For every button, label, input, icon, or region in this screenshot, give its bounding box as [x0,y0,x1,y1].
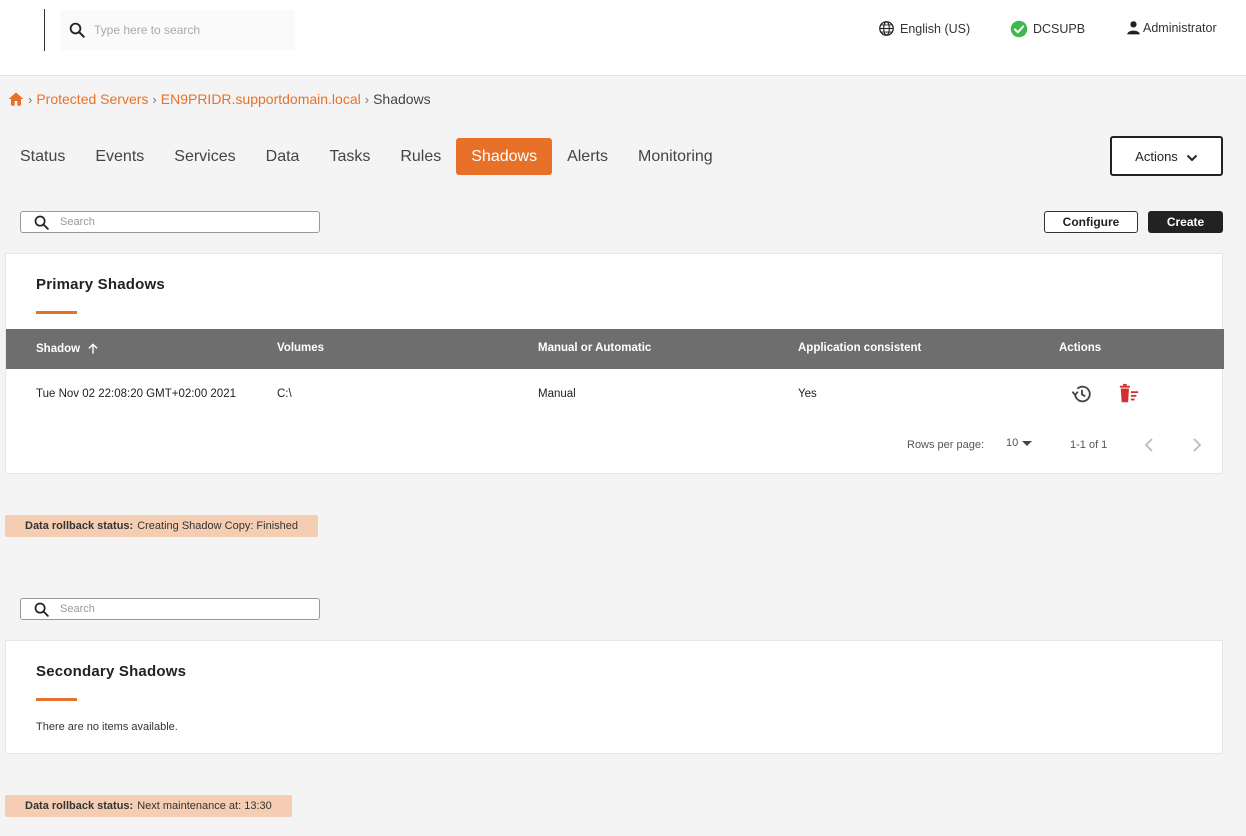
actions-label: Actions [1135,148,1178,164]
status-label: Data rollback status: [25,800,134,812]
rollback-status-badge: Data rollback status: Creating Shadow Co… [5,515,319,537]
breadcrumb-server[interactable]: EN9PRIDR.supportdomain.local [161,91,361,107]
secondary-shadows-card: Secondary Shadows There are no items ava… [5,640,1223,754]
global-search-input[interactable] [94,23,284,37]
breadcrumb-protected-servers[interactable]: Protected Servers [36,91,148,107]
actions-dropdown-button[interactable]: Actions [1110,136,1223,176]
tab-data[interactable]: Data [251,138,315,175]
tab-services[interactable]: Services [159,138,250,175]
configure-button[interactable]: Configure [1044,211,1138,233]
card-title: Primary Shadows [36,276,165,293]
language-label: English (US) [900,21,971,36]
card-title: Secondary Shadows [36,663,187,680]
create-button[interactable]: Create [1148,211,1223,233]
tab-monitoring[interactable]: Monitoring [623,138,728,175]
caret-down-icon [1022,441,1033,446]
server-label: DCSUPB [1033,22,1086,36]
tab-events[interactable]: Events [80,138,159,175]
tab-bar: Status Events Services Data Tasks Rules … [5,138,728,175]
status-text: Creating Shadow Copy: Finished [137,520,299,532]
search-icon [34,602,49,617]
title-underline [36,311,77,314]
cell-volumes: C:\ [277,388,292,400]
breadcrumb-separator: › [152,91,157,107]
breadcrumb-separator: › [364,91,370,107]
status-label: Data rollback status: [25,520,134,532]
chevron-left-icon [1144,438,1153,452]
chevron-right-icon [1193,438,1202,452]
chevron-down-icon [1186,154,1198,161]
delete-icon [1119,383,1139,403]
page-range: 1-1 of 1 [1070,439,1108,451]
previous-page-button[interactable] [1142,437,1156,458]
check-circle-icon [1010,20,1028,38]
sort-ascending-icon [88,343,98,354]
home-icon[interactable] [8,91,24,107]
table-header: Shadow Volumes Manual or Automatic Appli… [6,329,1224,369]
user-label: Administrator [1143,20,1217,35]
cell-shadow: Tue Nov 02 22:08:20 GMT+02:00 2021 [36,388,236,400]
column-shadow[interactable]: Shadow [36,342,100,356]
rollback-status-badge: Data rollback status: Next maintenance a… [5,795,292,817]
cell-mode: Manual [538,388,576,400]
secondary-search-input[interactable] [60,603,300,615]
global-search[interactable] [60,10,295,50]
server-status[interactable]: DCSUPB [1010,20,1085,38]
status-text: Next maintenance at: 13:30 [137,800,272,812]
breadcrumb: › Protected Servers › EN9PRIDR.supportdo… [8,91,431,107]
restore-history-icon [1071,385,1091,403]
rows-per-page-select[interactable]: 10 [1006,437,1033,449]
secondary-search[interactable] [20,598,320,620]
rows-per-page-value: 10 [1006,437,1019,449]
column-volumes[interactable]: Volumes [277,342,324,354]
primary-search[interactable] [20,211,320,233]
cell-consistent: Yes [798,388,817,400]
restore-button[interactable] [1071,383,1093,408]
top-bar: English (US) DCSUPB Administrator [0,0,1246,76]
table-row: Tue Nov 02 22:08:20 GMT+02:00 2021 C:\ M… [6,369,1224,419]
search-icon [69,22,85,38]
breadcrumb-current: Shadows [373,91,431,107]
search-icon [34,215,49,230]
column-label: Shadow [36,343,81,355]
tab-tasks[interactable]: Tasks [314,138,385,175]
primary-search-input[interactable] [60,216,300,228]
tab-status[interactable]: Status [5,138,80,175]
tab-shadows[interactable]: Shadows [456,138,553,175]
breadcrumb-separator: › [28,91,33,107]
delete-button[interactable] [1118,383,1140,408]
tab-rules[interactable]: Rules [385,138,456,175]
column-consistent[interactable]: Application consistent [798,342,921,354]
column-actions: Actions [1059,342,1102,354]
primary-shadows-card: Primary Shadows Shadow Volumes Manual or… [5,253,1224,474]
language-selector[interactable]: English (US) [878,20,970,37]
globe-icon [879,21,894,36]
user-icon [1127,21,1140,35]
empty-message: There are no items available. [36,721,178,733]
rows-per-page-label: Rows per page: [907,439,985,451]
next-page-button[interactable] [1190,437,1204,458]
column-mode[interactable]: Manual or Automatic [538,342,651,354]
divider [44,9,45,51]
title-underline [36,698,77,701]
tab-alerts[interactable]: Alerts [552,138,623,175]
user-menu[interactable]: Administrator [1126,20,1217,35]
